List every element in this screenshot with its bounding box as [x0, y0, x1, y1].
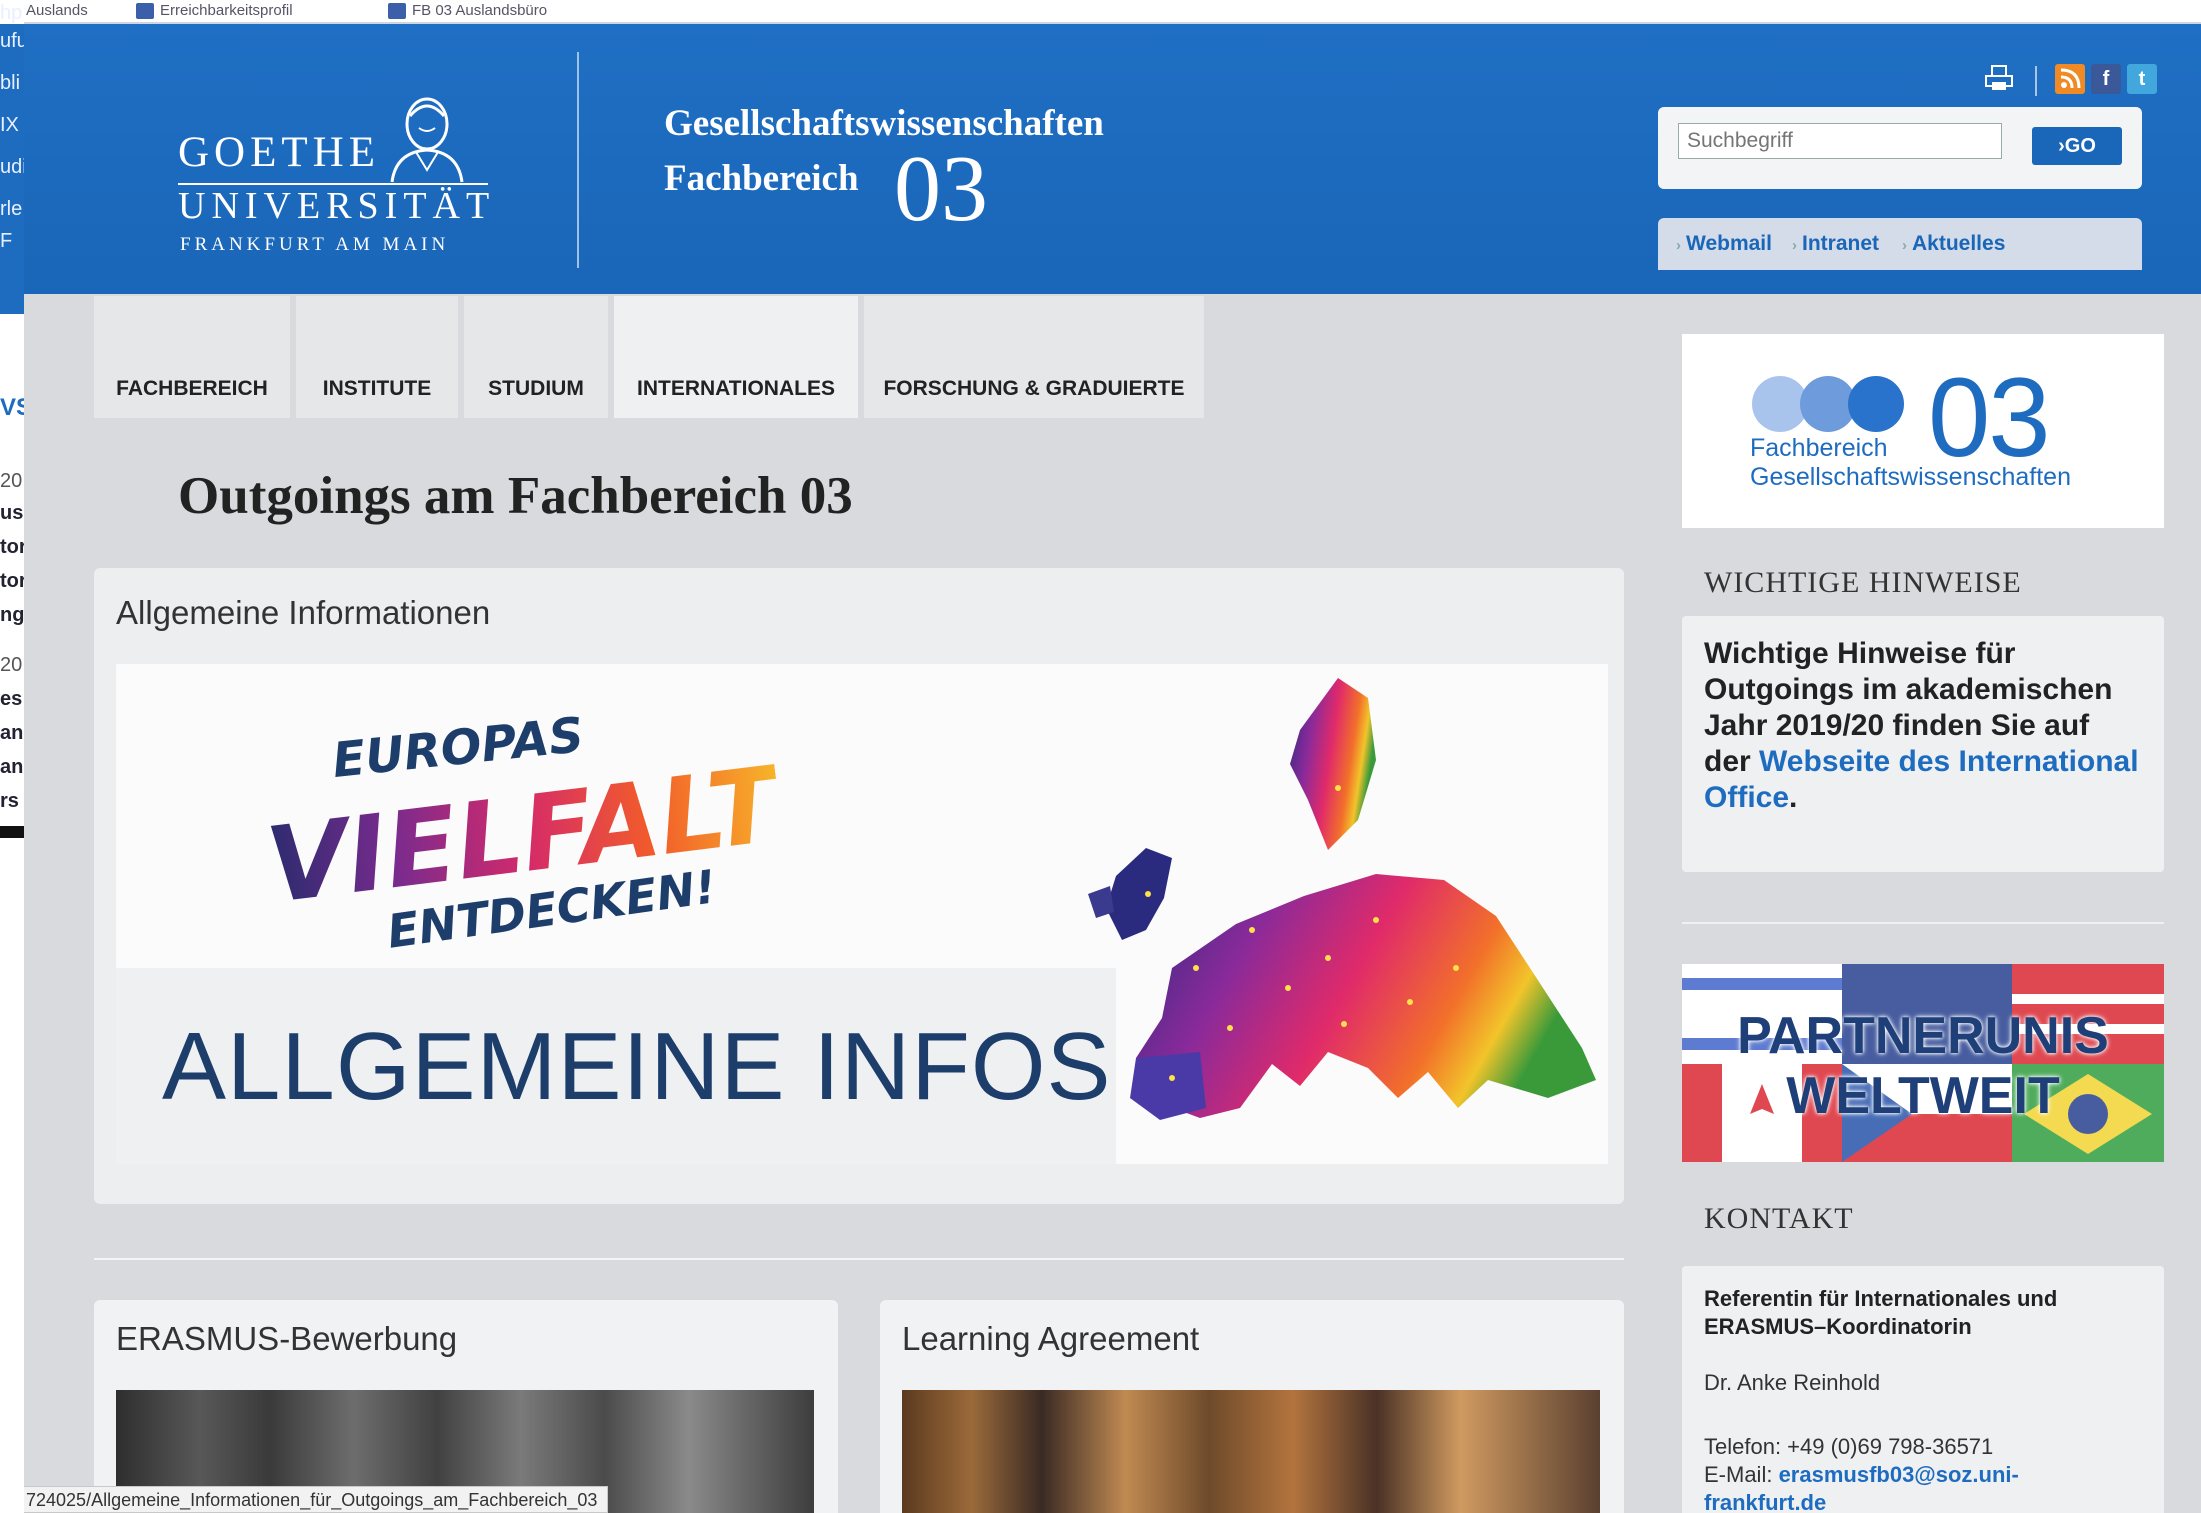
fachbereich-logo-line-1: Fachbereich — [1750, 434, 1888, 462]
hinweise-heading: WICHTIGE HINWEISE — [1704, 566, 2022, 599]
department-title: Gesellschaftswissenschaften — [664, 103, 1104, 144]
card-title[interactable]: ERASMUS-Bewerbung — [116, 1320, 457, 1358]
kontakt-heading: KONTAKT — [1704, 1202, 1854, 1235]
search-go-label: GO — [2064, 134, 2096, 157]
fachbereich-logo-box[interactable]: 03 Fachbereich Gesellschaftswissenschaft… — [1682, 334, 2164, 528]
sidebar-divider — [1682, 922, 2164, 924]
kontakt-name: Dr. Anke Reinhold — [1704, 1370, 1881, 1395]
browser-bookmarks-bar: Auslands Erreichbarkeitsprofil FB 03 Aus… — [0, 0, 2201, 24]
logo-line-2: UNIVERSITÄT — [178, 185, 496, 227]
quicklinks-bar: Webmail Intranet Aktuelles — [1658, 218, 2142, 270]
logo-line-1: GOETHE — [178, 129, 380, 176]
background-window-header: hp ufu bli IX udi rle F — [0, 2, 24, 314]
bookmark-item[interactable]: Auslands — [26, 2, 88, 19]
partnerunis-line-2: WELTWEIT — [1786, 1067, 2060, 1125]
logo-dot-dark — [1848, 376, 1904, 432]
bookmark-icon — [388, 3, 406, 20]
background-text: bli — [0, 72, 21, 94]
bookmark-item[interactable]: FB 03 Auslandsbüro — [388, 2, 547, 20]
bookmark-item[interactable]: Erreichbarkeitsprofil — [136, 2, 293, 20]
background-text: F — [0, 230, 13, 252]
background-text: IX — [0, 114, 19, 136]
background-text: udi — [0, 156, 24, 178]
background-text: rs — [0, 790, 19, 812]
browser-status-url: 724025/Allgemeine_Informationen_für_Outg… — [24, 1486, 609, 1513]
tools-separator — [2035, 66, 2037, 96]
goethe-bust-icon — [390, 97, 464, 183]
fachbereich-logo-number: 03 — [1928, 355, 2051, 480]
print-icon[interactable] — [1981, 64, 2017, 94]
department-subtitle: Fachbereich — [664, 158, 859, 199]
search-go-button[interactable]: ›GO — [2032, 127, 2122, 165]
allgemeine-infos-banner[interactable]: EUROPAS VIELFALT ENTDECKEN! ALLGEMEINE I… — [116, 664, 1608, 1164]
content-divider — [94, 1258, 1624, 1260]
background-text: tor — [0, 570, 24, 592]
kontakt-role-line-1: Referentin für Internationales und — [1704, 1286, 2058, 1311]
department-number: 03 — [894, 137, 988, 241]
tab-studium[interactable]: STUDIUM — [464, 296, 608, 418]
page-title: Outgoings am Fachbereich 03 — [178, 467, 853, 525]
background-scrollbar — [0, 826, 24, 838]
rss-icon[interactable] — [2055, 64, 2085, 94]
background-text: an — [0, 756, 24, 778]
background-text: VS — [0, 394, 24, 421]
tab-institute[interactable]: INSTITUTE — [296, 296, 458, 418]
kontakt-email-row: E-Mail: erasmusfb03@soz.uni- — [1704, 1462, 2019, 1488]
hinweise-box: Wichtige Hinweise für Outgoings im akade… — [1682, 616, 2164, 872]
tab-fachbereich[interactable]: FACHBEREICH — [94, 296, 290, 418]
twitter-icon[interactable]: t — [2127, 64, 2157, 94]
facebook-icon[interactable]: f — [2091, 64, 2121, 94]
background-text: 20 — [0, 654, 23, 676]
quicklink-webmail[interactable]: Webmail — [1676, 232, 1772, 256]
kontakt-role-line-2: ERASMUS–Koordinatorin — [1704, 1314, 1972, 1339]
hinweise-text: Wichtige Hinweise für Outgoings im akade… — [1704, 636, 2144, 816]
library-photo[interactable] — [902, 1390, 1600, 1513]
bookmark-icon — [136, 3, 154, 20]
background-window-strip: hp ufu bli IX udi rle F VS 20 us tor tor… — [0, 0, 24, 1513]
fachbereich-logo-line-2: Gesellschaftswissenschaften — [1750, 463, 2071, 491]
background-text: ufu — [0, 30, 24, 52]
header-divider — [577, 52, 579, 268]
kontakt-phone: Telefon: +49 (0)69 798-36571 — [1704, 1434, 1994, 1459]
europe-map-graphic — [1088, 678, 1596, 1120]
hinweise-text-end: . — [1789, 781, 1798, 814]
partnerunis-weltweit-banner[interactable]: PARTNERUNIS WELTWEIT — [1682, 964, 2164, 1162]
background-text: us — [0, 502, 24, 524]
background-text: an — [0, 722, 24, 744]
search-panel: ›GO — [1658, 107, 2142, 189]
background-text: rle — [0, 198, 23, 220]
kontakt-box: Referentin für Internationales und ERASM… — [1682, 1266, 2164, 1513]
kontakt-email-link-cont[interactable]: frankfurt.de — [1704, 1490, 1826, 1513]
background-text: es — [0, 688, 23, 710]
learning-agreement-card[interactable]: Learning Agreement — [880, 1300, 1624, 1513]
chevron-right-icon: › — [2058, 134, 2065, 157]
tab-forschung-graduierte[interactable]: FORSCHUNG & GRADUIERTE — [864, 296, 1204, 418]
background-text: ng — [0, 604, 24, 626]
search-input[interactable] — [1678, 123, 2002, 159]
kontakt-email-row-2: frankfurt.de — [1704, 1490, 1826, 1513]
quicklink-intranet[interactable]: Intranet — [1792, 232, 1879, 256]
kontakt-email-label: E-Mail: — [1704, 1462, 1779, 1487]
tab-internationales[interactable]: INTERNATIONALES — [614, 296, 858, 418]
background-text: tor — [0, 536, 24, 558]
card-title[interactable]: Learning Agreement — [902, 1320, 1199, 1358]
partnerunis-line-1: PARTNERUNIS — [1737, 1007, 2109, 1065]
quicklink-aktuelles[interactable]: Aktuelles — [1902, 232, 2005, 256]
erasmus-bewerbung-card[interactable]: ERASMUS-Bewerbung — [94, 1300, 838, 1513]
background-text: hp — [0, 2, 23, 24]
background-text: 20 — [0, 470, 23, 492]
partnerunis-text: PARTNERUNIS WELTWEIT — [1682, 1006, 2164, 1126]
logo-line-3: FRANKFURT AM MAIN — [180, 234, 450, 255]
header-tools: f t — [1965, 64, 2165, 100]
international-office-link[interactable]: Webseite des International Office — [1704, 745, 2139, 814]
card-title[interactable]: Allgemeine Informationen — [116, 594, 490, 632]
banner-title: ALLGEMEINE INFOS — [162, 1013, 1112, 1120]
kontakt-email-link[interactable]: erasmusfb03@soz.uni- — [1779, 1462, 2019, 1487]
